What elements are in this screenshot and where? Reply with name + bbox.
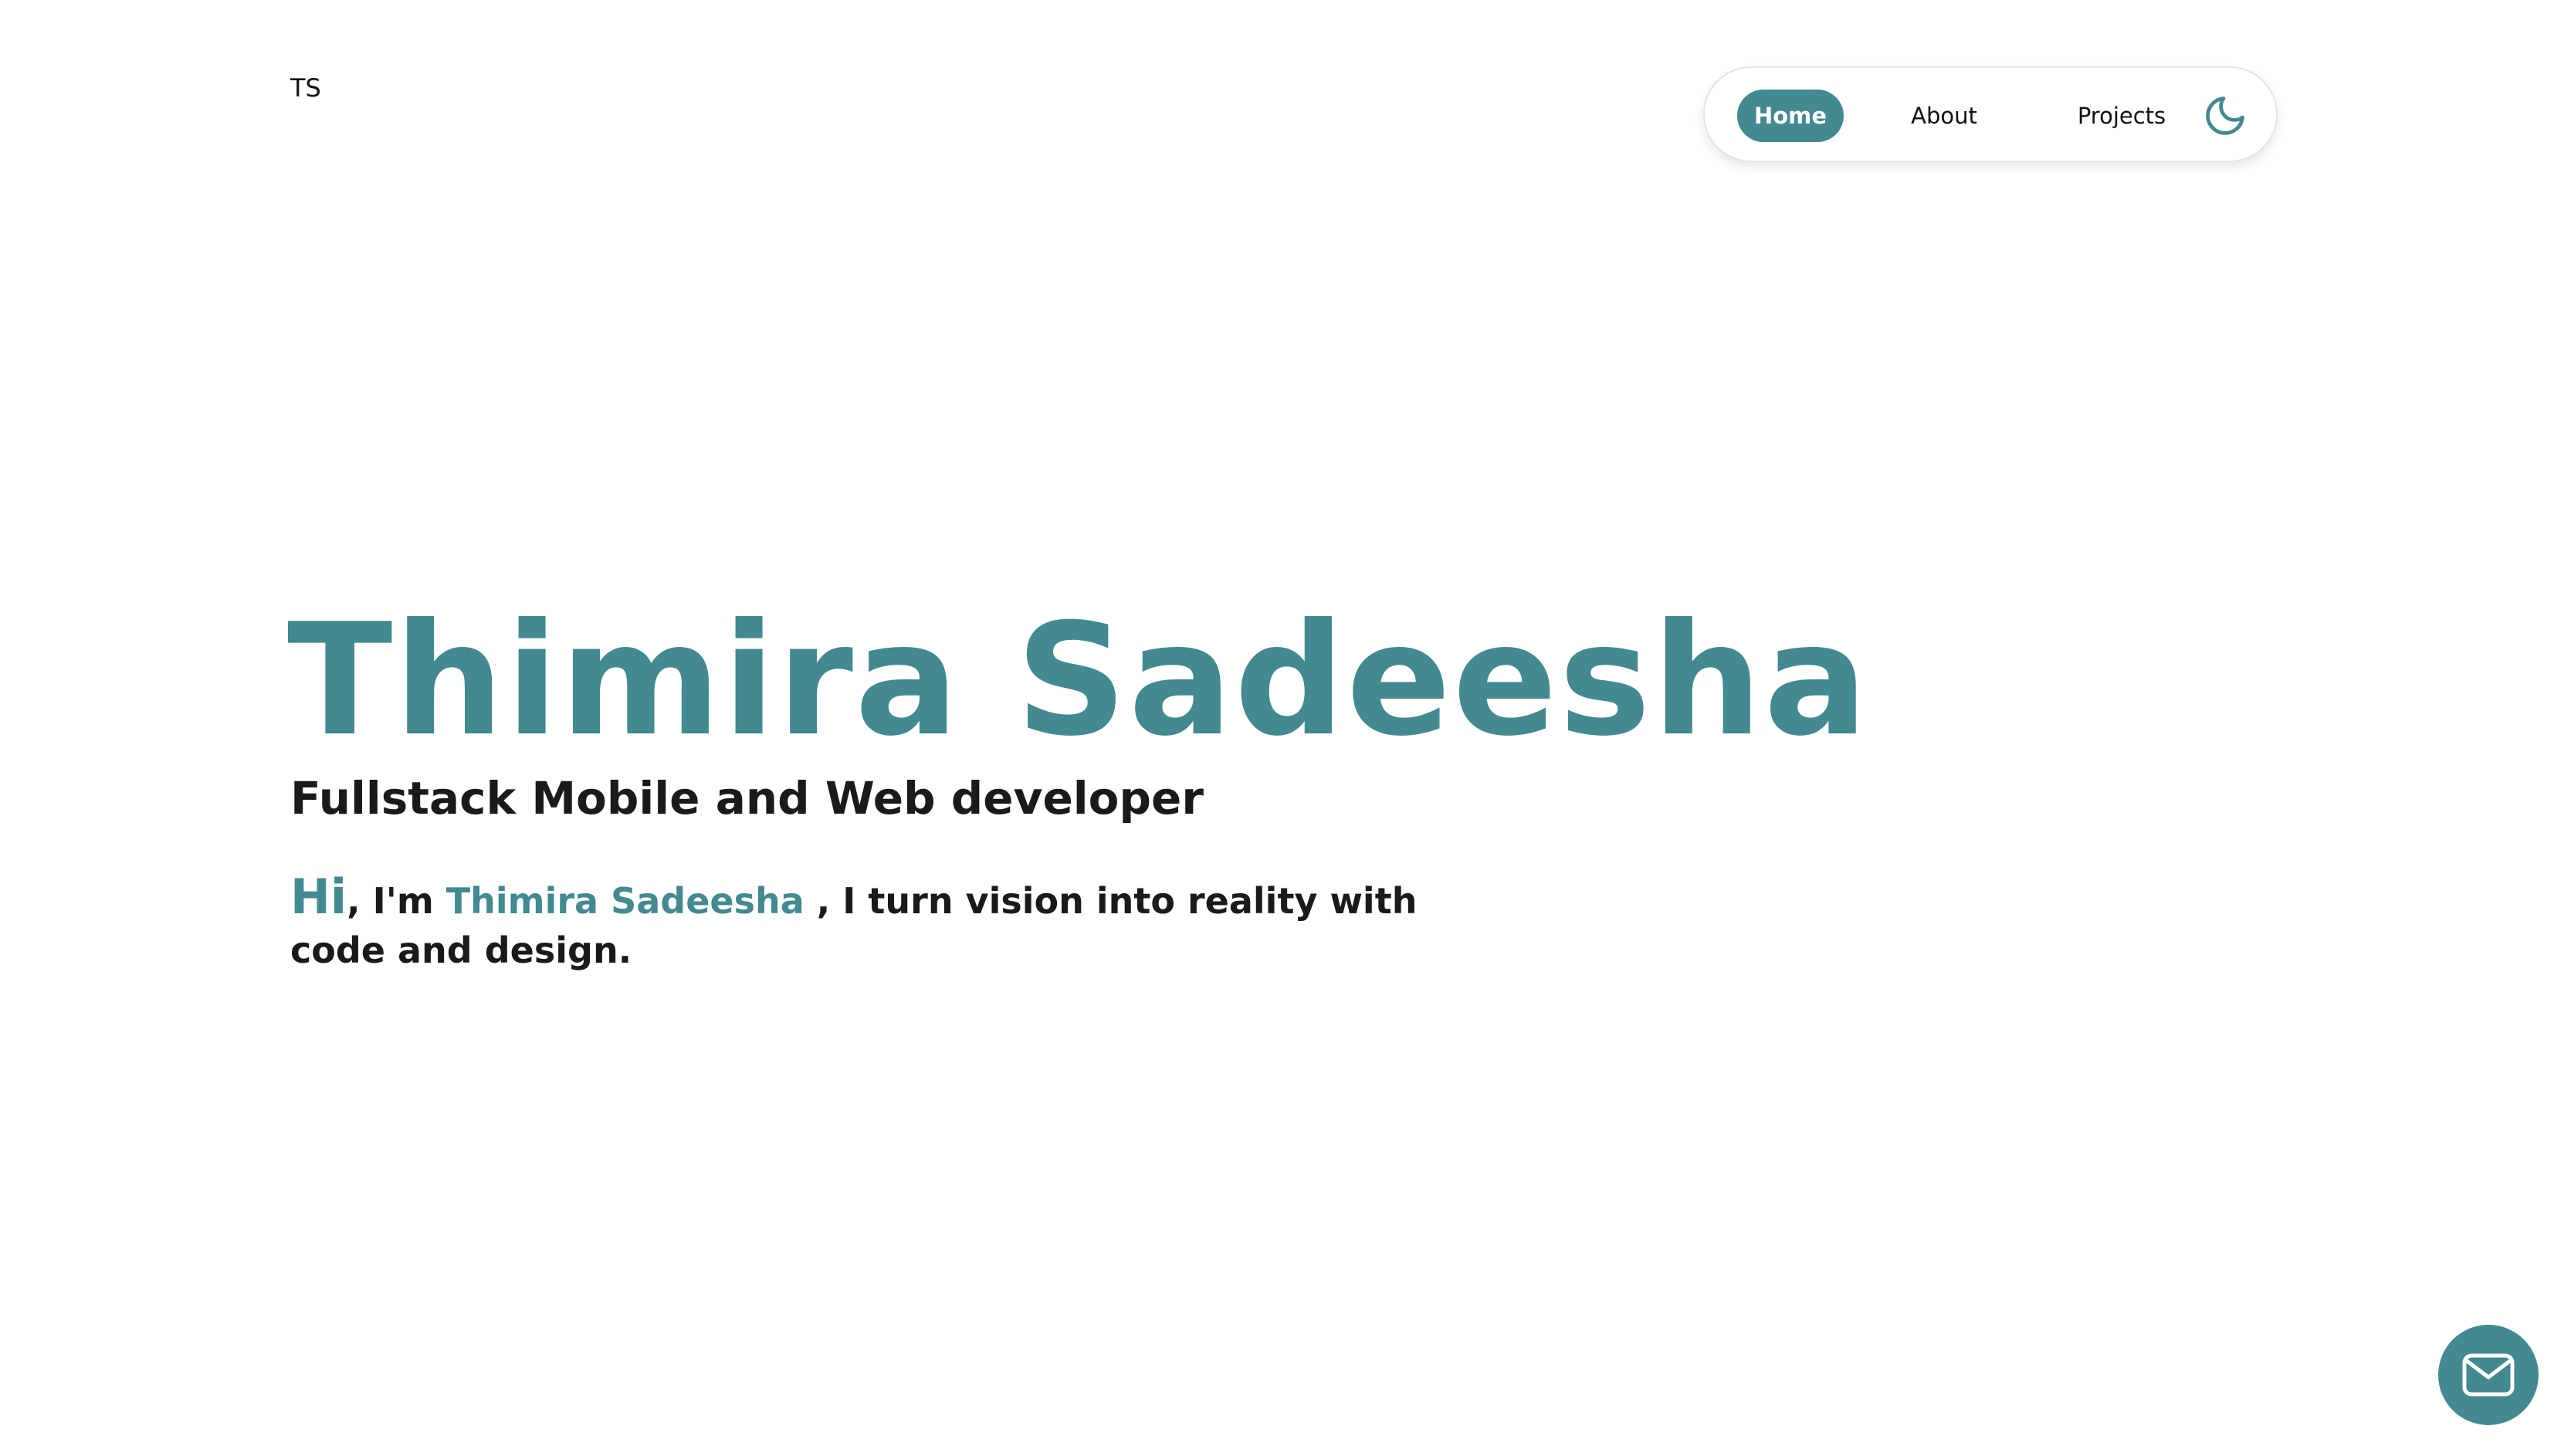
- page: TS Home About Projects Thimira Sadeesha …: [0, 0, 2554, 1456]
- hero-subtitle: Fullstack Mobile and Web developer: [290, 772, 1204, 825]
- nav-projects-link[interactable]: Projects: [2060, 90, 2183, 142]
- mail-icon: [2462, 1353, 2515, 1397]
- nav-bar: Home About Projects: [1703, 66, 2278, 162]
- contact-mail-button[interactable]: [2438, 1325, 2539, 1425]
- moon-icon: [2206, 97, 2244, 135]
- intro-name: Thimira Sadeesha: [445, 880, 804, 922]
- nav-home-link[interactable]: Home: [1737, 90, 1844, 142]
- intro-hi: Hi: [290, 869, 347, 925]
- intro-im: , I'm: [347, 880, 446, 922]
- intro-text: Hi, I'm Thimira Sadeesha , I turn vision…: [290, 872, 1495, 975]
- nav-about-link[interactable]: About: [1893, 90, 1995, 142]
- theme-toggle-button[interactable]: [2202, 93, 2248, 139]
- logo[interactable]: TS: [290, 73, 321, 103]
- hero-name: Thimira Sadeesha: [287, 591, 1870, 770]
